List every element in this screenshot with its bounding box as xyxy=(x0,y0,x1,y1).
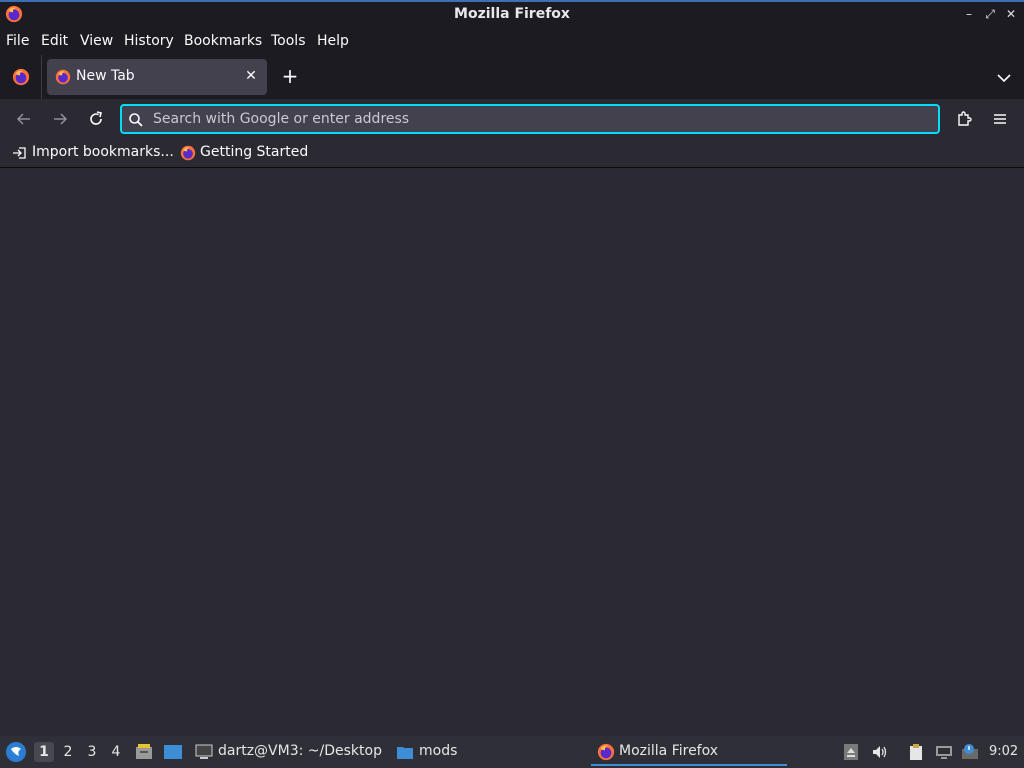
close-window-button[interactable]: ✕ xyxy=(1004,7,1018,21)
maximize-button[interactable]: ⤢ xyxy=(983,7,997,21)
window-titlebar: Mozilla Firefox – ⤢ ✕ xyxy=(0,0,1024,29)
workspace-2[interactable]: 2 xyxy=(58,742,78,762)
page-content[interactable] xyxy=(0,169,1024,736)
firefox-icon xyxy=(12,68,30,86)
menu-bookmarks[interactable]: Bookmarks xyxy=(184,33,262,49)
menu-history[interactable]: History xyxy=(124,33,174,49)
start-menu-icon[interactable] xyxy=(5,741,27,763)
extensions-puzzle-icon[interactable] xyxy=(954,109,974,129)
bookmark-import[interactable]: Import bookmarks... xyxy=(12,144,174,162)
import-icon xyxy=(13,147,26,159)
menu-tools[interactable]: Tools xyxy=(271,33,306,49)
task-label: dartz@VM3: ~/Desktop xyxy=(218,743,382,759)
bookmark-getting-started[interactable]: Getting Started xyxy=(180,144,310,162)
chevron-down-icon[interactable] xyxy=(994,68,1014,88)
file-manager-icon[interactable] xyxy=(134,742,154,762)
eject-icon[interactable] xyxy=(842,743,860,761)
url-input[interactable] xyxy=(153,109,923,129)
window-title: Mozilla Firefox xyxy=(454,6,570,22)
task-firefox[interactable]: Mozilla Firefox xyxy=(591,741,787,766)
back-arrow-icon[interactable] xyxy=(14,109,34,129)
notification-icon[interactable] xyxy=(961,743,979,761)
minimize-button[interactable]: – xyxy=(962,7,976,21)
firefox-icon xyxy=(55,69,71,85)
menu-edit[interactable]: Edit xyxy=(41,33,68,49)
bookmarks-toolbar: Import bookmarks... Getting Started xyxy=(0,139,1024,168)
reload-icon[interactable] xyxy=(86,109,106,129)
task-mods-folder[interactable]: mods xyxy=(396,741,466,763)
firefox-icon xyxy=(597,743,615,761)
menu-view[interactable]: View xyxy=(80,33,113,49)
volume-icon[interactable] xyxy=(871,743,889,761)
hamburger-menu-icon[interactable] xyxy=(990,109,1010,129)
workspace-1[interactable]: 1 xyxy=(34,742,54,762)
workspace-4[interactable]: 4 xyxy=(106,742,126,762)
terminal-icon xyxy=(195,744,213,759)
bookmark-label: Import bookmarks... xyxy=(32,144,174,160)
firefox-icon xyxy=(180,145,196,161)
forward-arrow-icon[interactable] xyxy=(50,109,70,129)
desktop-icon[interactable] xyxy=(163,742,183,762)
network-icon[interactable] xyxy=(935,743,953,761)
firefox-view-button[interactable] xyxy=(0,55,42,99)
taskbar: 1 2 3 4 dartz@VM3: ~/Desktop mods Mozill… xyxy=(0,736,1024,768)
new-tab-button[interactable]: + xyxy=(279,65,301,87)
url-bar[interactable] xyxy=(120,104,940,134)
task-label: Mozilla Firefox xyxy=(619,743,719,759)
menu-bar: File Edit View History Bookmarks Tools H… xyxy=(0,29,1024,55)
workspace-3[interactable]: 3 xyxy=(82,742,102,762)
search-icon xyxy=(129,113,143,127)
folder-icon xyxy=(397,747,413,759)
bookmark-label: Getting Started xyxy=(200,144,309,160)
navigation-toolbar xyxy=(0,99,1024,139)
tab-title: New Tab xyxy=(76,68,135,84)
clipboard-icon[interactable] xyxy=(907,743,925,761)
tab-strip: New Tab ✕ + xyxy=(0,55,1024,99)
task-terminal[interactable]: dartz@VM3: ~/Desktop xyxy=(195,741,385,763)
tab-new-tab[interactable]: New Tab ✕ xyxy=(47,59,267,95)
clock[interactable]: 9:02 xyxy=(989,744,1018,759)
menu-help[interactable]: Help xyxy=(317,33,349,49)
task-label: mods xyxy=(419,743,458,759)
tab-close-icon[interactable]: ✕ xyxy=(243,68,259,84)
menu-file[interactable]: File xyxy=(6,33,29,49)
